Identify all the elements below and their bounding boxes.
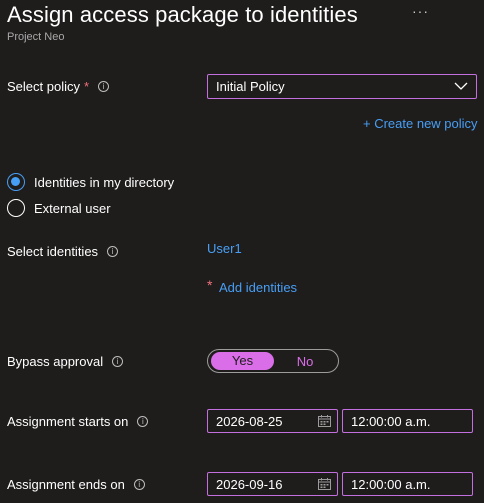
radio-label: Identities in my directory <box>34 174 175 190</box>
radio-unselected-icon[interactable] <box>7 199 25 217</box>
info-icon[interactable]: i <box>133 479 145 490</box>
create-new-policy-link[interactable]: + Create new policy <box>363 116 478 131</box>
radio-label: External user <box>34 200 111 216</box>
start-time-value: 12:00:00 a.m. <box>351 413 431 429</box>
info-icon[interactable]: i <box>137 416 149 427</box>
assignment-end-label: Assignment ends on i <box>7 477 145 492</box>
select-identities-text: Select identities <box>7 244 99 259</box>
add-identities-link[interactable]: Add identities <box>219 280 297 295</box>
policy-dropdown-value: Initial Policy <box>216 79 285 94</box>
select-policy-text: Select policy <box>7 79 80 94</box>
calendar-icon[interactable] <box>318 415 331 427</box>
end-date-value: 2026-09-16 <box>216 476 283 492</box>
info-icon[interactable]: i <box>107 246 119 257</box>
start-date-input[interactable]: 2026-08-25 <box>207 409 338 433</box>
end-time-input[interactable]: 12:00:00 a.m. <box>342 472 473 496</box>
selected-user-link[interactable]: User1 <box>207 241 242 256</box>
policy-dropdown[interactable]: Initial Policy <box>207 74 477 99</box>
calendar-icon[interactable] <box>318 478 331 490</box>
radio-identities-in-directory[interactable]: Identities in my directory <box>7 173 174 191</box>
assignment-start-label: Assignment starts on i <box>7 414 149 429</box>
select-policy-label: Select policy * i <box>7 79 110 94</box>
radio-external-user[interactable]: External user <box>7 199 111 217</box>
more-options-icon[interactable]: ··· <box>412 3 429 19</box>
start-time-input[interactable]: 12:00:00 a.m. <box>342 409 473 433</box>
end-time-value: 12:00:00 a.m. <box>351 476 431 492</box>
select-identities-label: Select identities i <box>7 244 119 259</box>
toggle-no-option[interactable]: No <box>274 354 336 369</box>
bypass-approval-label: Bypass approval i <box>7 354 124 369</box>
info-icon[interactable]: i <box>98 81 110 92</box>
info-icon[interactable]: i <box>112 356 124 367</box>
required-indicator: * <box>83 79 90 94</box>
bypass-approval-toggle[interactable]: Yes No <box>207 349 339 373</box>
assignment-end-text: Assignment ends on <box>7 477 125 492</box>
page-subtitle: Project Neo <box>7 31 65 43</box>
start-date-value: 2026-08-25 <box>216 413 283 429</box>
chevron-down-icon <box>454 82 468 90</box>
bypass-approval-text: Bypass approval <box>7 354 104 369</box>
end-date-input[interactable]: 2026-09-16 <box>207 472 338 496</box>
page-title: Assign access package to identities <box>7 2 358 27</box>
required-indicator: * <box>207 277 213 293</box>
radio-selected-icon[interactable] <box>7 173 25 191</box>
assignment-start-text: Assignment starts on <box>7 414 129 429</box>
toggle-yes-option[interactable]: Yes <box>211 352 274 370</box>
